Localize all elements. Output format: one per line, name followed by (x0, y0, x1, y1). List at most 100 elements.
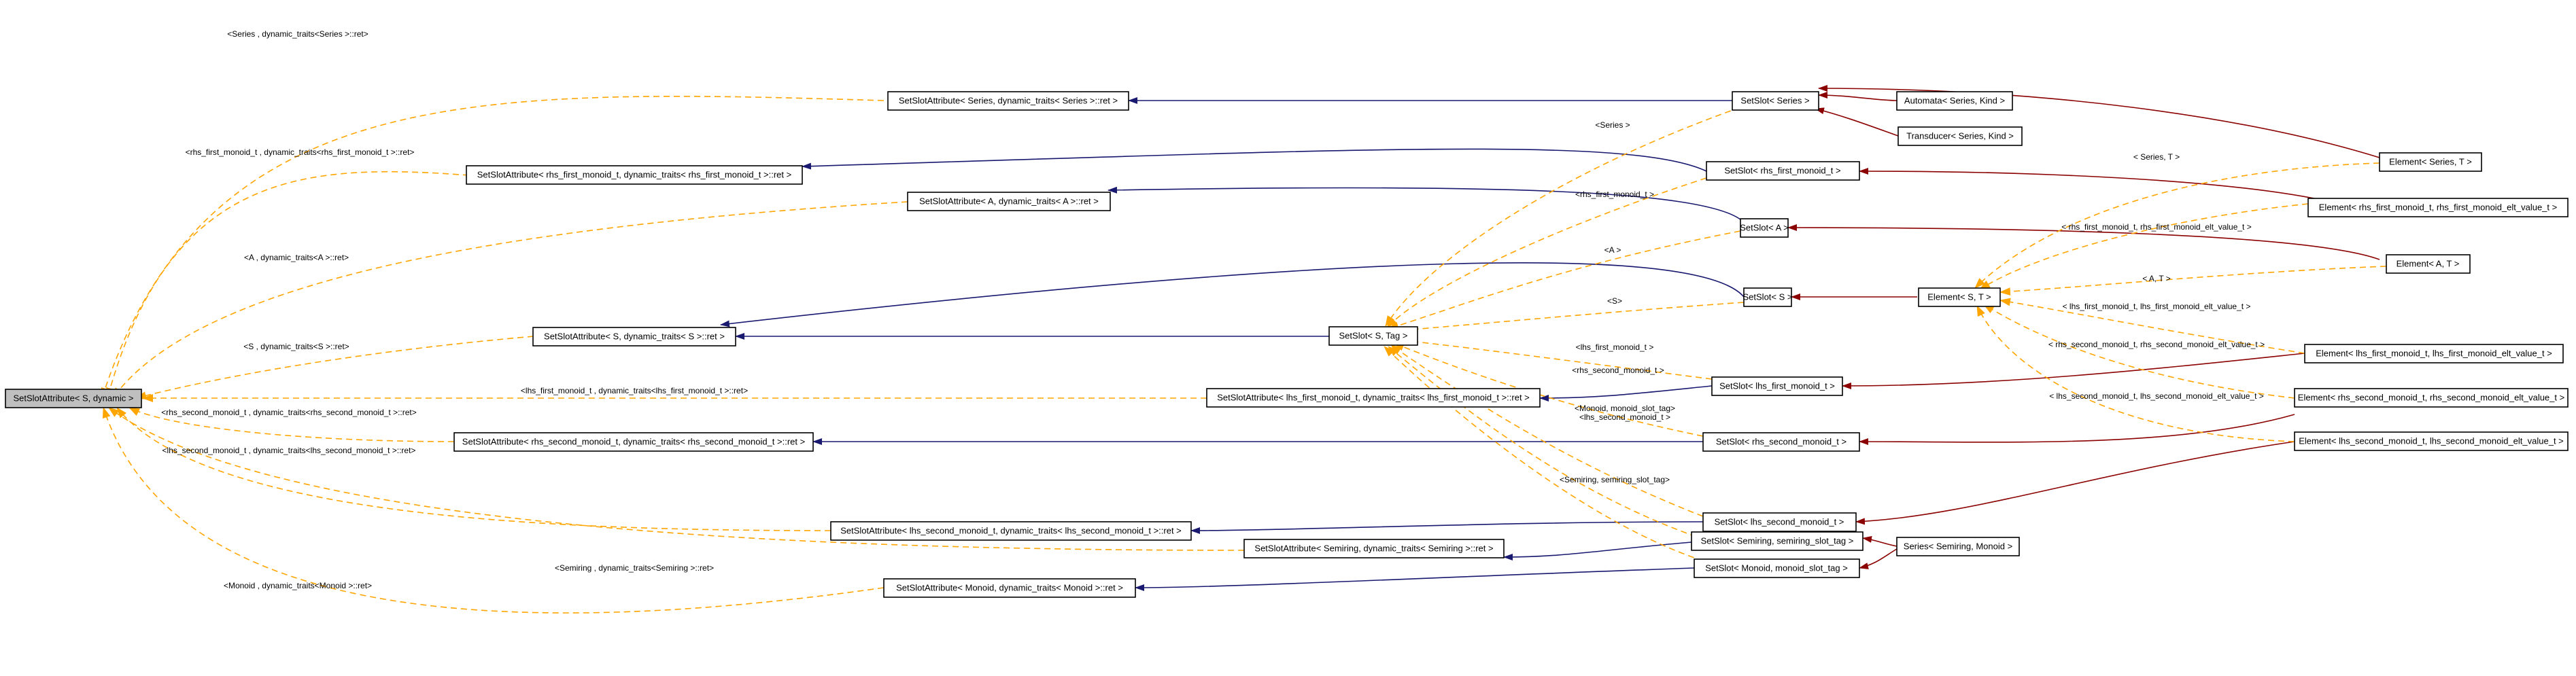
svg-text:SetSlot< rhs_first_monoid_t >: SetSlot< rhs_first_monoid_t > (1724, 165, 1840, 175)
svg-text:SetSlotAttribute< lhs_second_m: SetSlotAttribute< lhs_second_monoid_t, d… (840, 525, 1182, 535)
node-ssa-rhs-second[interactable]: SetSlotAttribute< rhs_second_monoid_t, d… (453, 432, 814, 452)
edge-label: < rhs_first_monoid_t, rhs_first_monoid_e… (2061, 222, 2252, 232)
node-setslot-s[interactable]: SetSlot< S > (1743, 287, 1793, 307)
edge-el-lsecond-to-element-st (1976, 305, 2295, 442)
node-automata[interactable]: Automata< Series, Kind > (1896, 91, 2013, 111)
edge-ssa-series-to-root (101, 95, 885, 399)
node-element-lhs-second[interactable]: Element< lhs_second_monoid_t, lhs_second… (2294, 431, 2569, 451)
node-element-a-t[interactable]: Element< A, T > (2386, 254, 2471, 274)
node-ssa-a[interactable]: SetSlotAttribute< A, dynamic_traits< A >… (907, 192, 1111, 211)
edge-ssa-rfirst-to-root (106, 171, 470, 399)
edge-label: <Series > (1595, 120, 1630, 130)
node-ssa-lhs-first[interactable]: SetSlotAttribute< lhs_first_monoid_t, dy… (1206, 388, 1541, 408)
svg-text:SetSlot< Monoid, monoid_slot_t: SetSlot< Monoid, monoid_slot_tag > (1705, 563, 1848, 573)
node-setslot-semiring[interactable]: SetSlot< Semiring, semiring_slot_tag > (1691, 531, 1864, 551)
edge-label: < lhs_first_monoid_t, lhs_first_monoid_e… (2063, 302, 2251, 311)
node-transducer[interactable]: Transducer< Series, Kind > (1897, 126, 2023, 146)
svg-text:Element< rhs_first_monoid_t, r: Element< rhs_first_monoid_t, rhs_first_m… (2319, 202, 2557, 212)
svg-text:SetSlotAttribute< S, dynamic_t: SetSlotAttribute< S, dynamic_traits< S >… (544, 331, 725, 341)
edge-series-sm-to-setslot-monoid (1859, 548, 1897, 569)
svg-text:SetSlot< Semiring, semiring_sl: SetSlot< Semiring, semiring_slot_tag > (1701, 535, 1854, 546)
svg-text:Automata< Series, Kind >: Automata< Series, Kind > (1904, 95, 2005, 105)
edge-label: < lhs_second_monoid_t, lhs_second_monoid… (2049, 391, 2264, 401)
edge-automata-to-setslot-series (1818, 92, 1897, 101)
edge-label: <lhs_second_monoid_t > (1579, 412, 1670, 422)
svg-text:Element< lhs_second_monoid_t,: Element< lhs_second_monoid_t, lhs_second… (2299, 435, 2564, 446)
svg-text:SetSlotAttribute< lhs_first_mo: SetSlotAttribute< lhs_first_monoid_t, dy… (1217, 392, 1530, 402)
node-element-s-t[interactable]: Element< S, T > (1918, 287, 2001, 307)
edge-setslot-lsecond-to-ssa (1190, 521, 1704, 534)
edge-label: <rhs_first_monoid_t > (1575, 190, 1654, 199)
edge-setslot-monoid-to-stag (1384, 346, 1714, 565)
svg-text:SetSlotAttribute< rhs_second_m: SetSlotAttribute< rhs_second_monoid_t, d… (462, 436, 805, 446)
svg-text:SetSlot< lhs_first_monoid_t >: SetSlot< lhs_first_monoid_t > (1719, 380, 1835, 391)
edge-el-rsecond-to-setslot-rsecond (1859, 414, 2295, 446)
node-setslot-a[interactable]: SetSlot< A > (1740, 218, 1789, 238)
svg-text:SetSlotAttribute< S, dynamic >: SetSlotAttribute< S, dynamic > (13, 393, 133, 403)
edge-labels: <Series , dynamic_traits<Series >::ret> … (161, 29, 2265, 590)
edge-label: <rhs_first_monoid_t , dynamic_traits<rhs… (186, 147, 415, 157)
edge-ssa-a-to-root (112, 201, 908, 399)
edge-label: <Monoid, monoid_slot_tag> (1575, 404, 1675, 413)
edge-el-lfirst-to-setslot-lfirst (1842, 353, 2305, 389)
node-element-rhs-second[interactable]: Element< rhs_second_monoid_t, rhs_second… (2294, 388, 2569, 408)
node-element-rhs-first[interactable]: Element< rhs_first_monoid_t, rhs_first_m… (2307, 198, 2569, 217)
edge-label: < rhs_second_monoid_t, rhs_second_monoid… (2048, 340, 2265, 349)
edge-setslot-s-to-ssa (720, 262, 1745, 327)
node-setslotattribute-s-dynamic[interactable]: SetSlotAttribute< S, dynamic > (5, 389, 142, 408)
node-series-semiring-monoid[interactable]: Series< Semiring, Monoid > (1896, 537, 2020, 556)
edge-setslot-lfirst-to-ssa (1539, 385, 1713, 402)
svg-text:Transducer< Series, Kind >: Transducer< Series, Kind > (1906, 130, 2014, 141)
svg-text:SetSlotAttribute< Series, dyna: SetSlotAttribute< Series, dynamic_traits… (899, 95, 1118, 105)
svg-text:SetSlot< lhs_second_monoid_t >: SetSlot< lhs_second_monoid_t > (1715, 516, 1844, 527)
edge-series-sm-to-setslot-semiring (1862, 535, 1897, 547)
edge-label: <Monoid , dynamic_traits<Monoid >::ret> (224, 581, 372, 590)
edge-setslot-rfirst-to-ssa (802, 148, 1707, 172)
edge-label: <A , dynamic_traits<A >::ret> (244, 253, 349, 262)
node-setslot-lhs-second[interactable]: SetSlot< lhs_second_monoid_t > (1702, 512, 1857, 532)
edge-setslot-lfirst-to-stag (1396, 336, 1713, 380)
svg-text:SetSlot< Series >: SetSlot< Series > (1740, 95, 1809, 105)
node-ssa-lhs-second[interactable]: SetSlotAttribute< lhs_second_monoid_t, d… (830, 521, 1192, 541)
svg-text:SetSlot< S, Tag >: SetSlot< S, Tag > (1339, 330, 1408, 340)
svg-text:SetSlot< A >: SetSlot< A > (1740, 222, 1789, 232)
node-ssa-rhs-first[interactable]: SetSlotAttribute< rhs_first_monoid_t, dy… (466, 165, 803, 185)
edge-setslot-series-to-stag (1385, 107, 1741, 327)
svg-text:SetSlot< S >: SetSlot< S > (1743, 291, 1793, 302)
svg-text:Element< lhs_first_monoid_t, l: Element< lhs_first_monoid_t, lhs_first_m… (2316, 348, 2552, 358)
svg-text:Element< S, T >: Element< S, T > (1927, 291, 1991, 302)
svg-text:SetSlotAttribute< rhs_first_mo: SetSlotAttribute< rhs_first_monoid_t, dy… (477, 169, 791, 179)
svg-text:Element< Series, T >: Element< Series, T > (2389, 156, 2472, 166)
node-setslot-rhs-second[interactable]: SetSlot< rhs_second_monoid_t > (1702, 432, 1860, 452)
edge-label: <lhs_second_monoid_t , dynamic_traits<lh… (162, 446, 416, 455)
edge-setslot-semiring-to-ssa (1503, 541, 1692, 561)
edge-label: <rhs_second_monoid_t , dynamic_traits<rh… (161, 408, 417, 417)
node-setslot-lhs-first[interactable]: SetSlot< lhs_first_monoid_t > (1711, 376, 1843, 396)
edge-label: <rhs_second_monoid_t > (1572, 366, 1664, 375)
edge-label: <Semiring , dynamic_traits<Semiring >::r… (555, 563, 714, 573)
edge-el-rfirst-to-setslot-rfirst (1859, 168, 2339, 204)
node-setslot-series[interactable]: SetSlot< Series > (1732, 91, 1819, 111)
node-setslot-s-tag[interactable]: SetSlot< S, Tag > (1328, 326, 1418, 346)
node-ssa-monoid[interactable]: SetSlotAttribute< Monoid, dynamic_traits… (883, 578, 1136, 598)
node-ssa-semiring[interactable]: SetSlotAttribute< Semiring, dynamic_trai… (1243, 539, 1505, 558)
svg-text:Element< rhs_second_monoid_t,: Element< rhs_second_monoid_t, rhs_second… (2298, 392, 2564, 402)
svg-text:Series< Semiring, Monoid >: Series< Semiring, Monoid > (1904, 541, 2012, 551)
svg-text:SetSlotAttribute< Semiring, dy: SetSlotAttribute< Semiring, dynamic_trai… (1254, 543, 1493, 553)
inheritance-diagram: <Series , dynamic_traits<Series >::ret> … (5, 29, 2569, 613)
svg-text:SetSlotAttribute< Monoid, dyna: SetSlotAttribute< Monoid, dynamic_traits… (896, 582, 1123, 592)
node-element-series-t[interactable]: Element< Series, T > (2379, 152, 2482, 172)
node-element-lhs-first[interactable]: Element< lhs_first_monoid_t, lhs_first_m… (2304, 344, 2564, 363)
edge-transducer-to-setslot-series (1815, 107, 1899, 137)
edge-el-a-to-element-st (1999, 266, 2387, 296)
node-ssa-s[interactable]: SetSlotAttribute< S, dynamic_traits< S >… (532, 327, 736, 346)
edge-label: <A > (1604, 245, 1621, 255)
node-setslot-rhs-first[interactable]: SetSlot< rhs_first_monoid_t > (1706, 161, 1860, 181)
node-setslot-monoid[interactable]: SetSlot< Monoid, monoid_slot_tag > (1694, 558, 1860, 578)
edge-el-lsecond-to-setslot-lsecond (1855, 441, 2295, 525)
edge-setslot-monoid-to-ssa (1135, 567, 1695, 591)
svg-text:SetSlot< rhs_second_monoid_t >: SetSlot< rhs_second_monoid_t > (1716, 436, 1847, 446)
node-ssa-series[interactable]: SetSlotAttribute< Series, dynamic_traits… (887, 91, 1129, 111)
edge-el-a-to-setslot-a (1787, 224, 2380, 260)
edge-label: < A, T > (2142, 274, 2171, 283)
